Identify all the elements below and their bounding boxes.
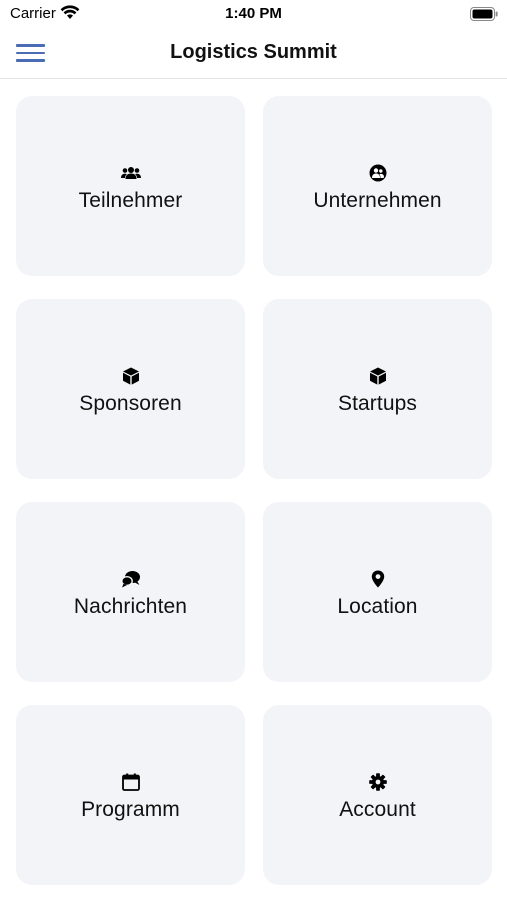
- tile-label: Programm: [81, 798, 180, 821]
- chat-bubbles-icon: [120, 569, 141, 589]
- tile-label: Startups: [337, 392, 417, 415]
- calendar-icon: [121, 772, 141, 792]
- tile-startups[interactable]: Startups: [263, 299, 492, 479]
- tile-sponsoren[interactable]: Sponsoren: [16, 299, 245, 479]
- tile-label: Sponsoren: [79, 392, 182, 415]
- users-icon: [120, 163, 141, 183]
- tile-nachrichten[interactable]: Nachrichten: [16, 502, 245, 682]
- battery-icon: [470, 7, 498, 26]
- dashboard-grid: Teilnehmer Unternehmen Sponsoren Startup…: [16, 96, 492, 885]
- navigation-bar: Logistics Summit: [0, 28, 507, 79]
- tile-label: Unternehmen: [313, 189, 442, 212]
- tile-label: Nachrichten: [73, 595, 188, 618]
- gear-icon: [368, 772, 388, 792]
- map-pin-icon: [368, 569, 388, 589]
- company-users-icon: [368, 163, 388, 183]
- tile-location[interactable]: Location: [263, 502, 492, 682]
- status-bar: Carrier 1:40 PM: [0, 0, 507, 28]
- tile-label: Account: [339, 798, 416, 821]
- tile-teilnehmer[interactable]: Teilnehmer: [16, 96, 245, 276]
- tile-label: Teilnehmer: [78, 189, 183, 212]
- tile-programm[interactable]: Programm: [16, 705, 245, 885]
- tile-account[interactable]: Account: [263, 705, 492, 885]
- tile-label: Location: [337, 595, 418, 618]
- status-time: 1:40 PM: [225, 5, 282, 22]
- cube-icon: [368, 366, 388, 386]
- cube-icon: [121, 366, 141, 386]
- tile-unternehmen[interactable]: Unternehmen: [263, 96, 492, 276]
- page-title: Logistics Summit: [170, 41, 337, 63]
